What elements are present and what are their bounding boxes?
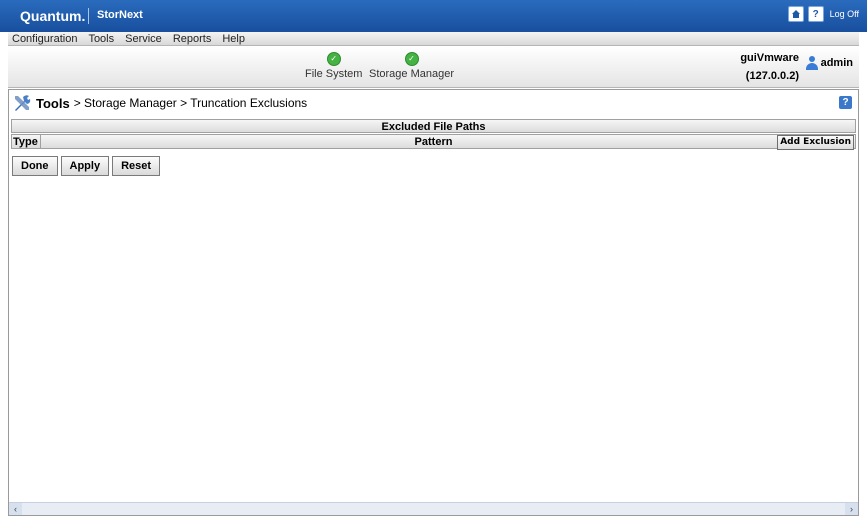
- status-storage-manager[interactable]: ✓ Storage Manager: [369, 52, 454, 80]
- user-icon: [805, 56, 819, 70]
- title-bar: Quantum. StorNext ? Log Off: [0, 0, 867, 32]
- menu-service[interactable]: Service: [125, 33, 162, 45]
- check-circle-icon: ✓: [404, 52, 419, 66]
- breadcrumb-tools: Tools: [36, 95, 70, 111]
- status-storage-manager-label: Storage Manager: [369, 68, 454, 80]
- done-button[interactable]: Done: [12, 156, 58, 176]
- menu-tools[interactable]: Tools: [88, 33, 114, 45]
- apply-button[interactable]: Apply: [60, 156, 110, 176]
- table-header: Pattern Type Add Exclusion: [11, 134, 856, 150]
- host-info: guiVmware (127.0.0.2): [740, 49, 799, 85]
- host-ip: (127.0.0.2): [745, 70, 799, 82]
- quantum-logo: Quantum.: [20, 8, 86, 24]
- main-panel: Tools > Storage Manager > Truncation Exc…: [8, 89, 859, 516]
- breadcrumb-path: > Storage Manager > Truncation Exclusion…: [73, 96, 308, 110]
- column-type: Type: [13, 135, 41, 149]
- log-off-link[interactable]: Log Off: [830, 9, 859, 19]
- current-user: admin: [805, 56, 853, 70]
- user-name: admin: [820, 57, 853, 69]
- scroll-left-icon[interactable]: ‹: [9, 503, 22, 515]
- home-icon[interactable]: [787, 6, 804, 22]
- product-name: StorNext: [97, 9, 143, 21]
- reset-button[interactable]: Reset: [112, 156, 161, 176]
- top-right-controls: ? Log Off: [787, 6, 859, 22]
- brand-divider: [88, 8, 89, 24]
- page-help-icon[interactable]: ?: [839, 96, 852, 109]
- table-title: Excluded File Paths: [11, 119, 856, 133]
- column-pattern: Pattern: [414, 136, 453, 148]
- help-icon[interactable]: ?: [807, 6, 824, 22]
- menu-reports[interactable]: Reports: [173, 33, 212, 45]
- status-bar: ✓ File System ✓ Storage Manager guiVmwar…: [8, 47, 859, 88]
- horizontal-scrollbar[interactable]: ‹ ›: [9, 502, 858, 515]
- status-file-system[interactable]: ✓ File System: [305, 52, 362, 80]
- scroll-right-icon[interactable]: ›: [845, 503, 858, 515]
- menu-configuration[interactable]: Configuration: [12, 33, 77, 45]
- host-name: guiVmware: [740, 52, 799, 64]
- check-circle-icon: ✓: [326, 52, 341, 66]
- add-exclusion-button[interactable]: Add Exclusion: [777, 135, 854, 150]
- breadcrumb: Tools > Storage Manager > Truncation Exc…: [12, 93, 307, 113]
- menu-bar: Configuration Tools Service Reports Help: [8, 32, 859, 46]
- action-buttons: Done Apply Reset: [12, 156, 161, 176]
- tools-icon: [15, 95, 31, 111]
- menu-help[interactable]: Help: [222, 33, 245, 45]
- status-file-system-label: File System: [305, 68, 363, 80]
